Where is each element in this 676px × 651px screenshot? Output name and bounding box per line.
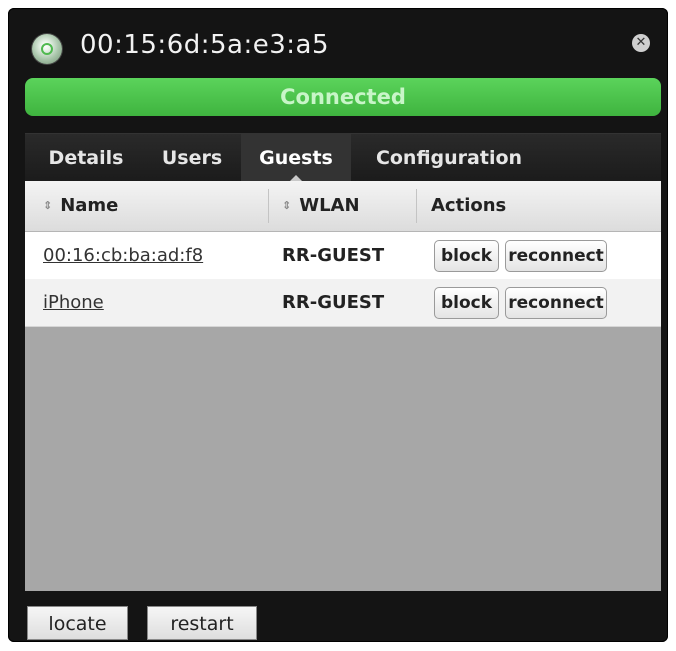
close-icon[interactable]: ✕ — [632, 34, 650, 52]
column-header-wlan[interactable]: ⇕ WLAN — [282, 181, 360, 231]
table-header: ⇕ Name ⇕ WLAN Actions — [25, 181, 661, 232]
restart-button[interactable]: restart — [147, 606, 257, 640]
block-button[interactable]: block — [434, 287, 499, 319]
sort-icon: ⇕ — [282, 199, 292, 212]
sort-icon: ⇕ — [43, 199, 53, 212]
tab-details[interactable]: Details — [37, 134, 135, 182]
reconnect-button[interactable]: reconnect — [505, 240, 607, 272]
guest-wlan: RR-GUEST — [282, 292, 385, 313]
tab-configuration[interactable]: Configuration — [361, 134, 537, 182]
guest-name-link[interactable]: 00:16:cb:ba:ad:f8 — [43, 232, 203, 279]
device-details-window: 00:15:6d:5a:e3:a5 ✕ Connected Details Us… — [8, 8, 668, 642]
tab-bar: Details Users Guests Configuration — [25, 133, 661, 182]
table-row: 00:16:cb:ba:ad:f8 RR-GUEST block reconne… — [25, 232, 661, 279]
device-mac-title: 00:15:6d:5a:e3:a5 — [80, 30, 329, 60]
column-divider — [268, 189, 269, 223]
table-row: iPhone RR-GUEST block reconnect — [25, 279, 661, 327]
guest-wlan: RR-GUEST — [282, 245, 385, 266]
guests-panel: ⇕ Name ⇕ WLAN Actions 00:16:cb:ba:ad:f8 RR… — [25, 181, 661, 591]
titlebar: 00:15:6d:5a:e3:a5 ✕ — [8, 8, 668, 82]
block-button[interactable]: block — [434, 240, 499, 272]
column-divider — [416, 189, 417, 223]
reconnect-button[interactable]: reconnect — [505, 287, 607, 319]
locate-button[interactable]: locate — [27, 606, 128, 640]
status-badge: Connected — [25, 78, 661, 116]
column-header-actions: Actions — [431, 195, 507, 216]
footer-toolbar: locate restart — [8, 591, 668, 642]
tab-guests[interactable]: Guests — [241, 134, 351, 182]
tab-users[interactable]: Users — [145, 134, 239, 182]
device-status-icon — [32, 34, 62, 64]
column-header-name[interactable]: ⇕ Name — [43, 181, 118, 231]
guest-name-link[interactable]: iPhone — [43, 279, 104, 326]
